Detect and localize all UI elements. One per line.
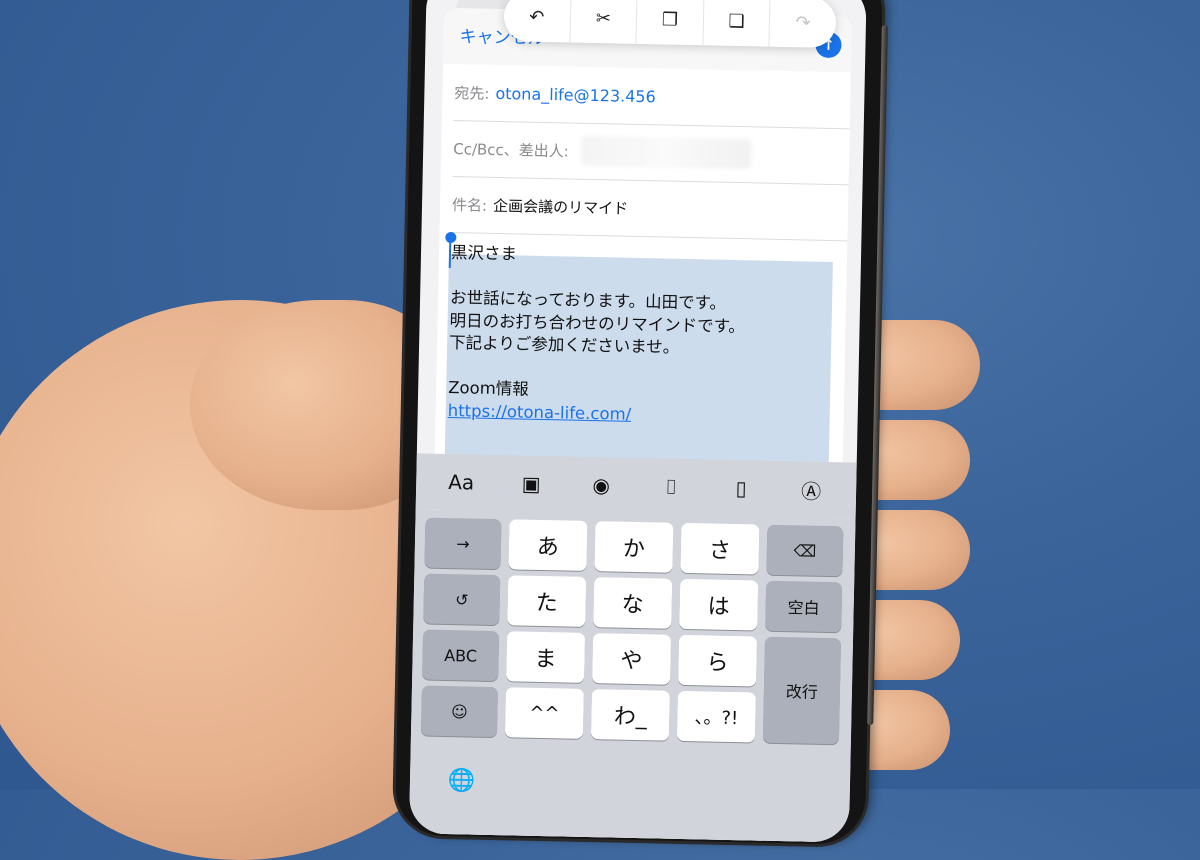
undo-icon: ↶ [529,6,545,28]
copy-icon: ❐ [661,8,679,31]
kana-key[interactable]: は [679,578,759,631]
kana-key[interactable]: や [592,633,672,685]
markup-icon: Ⓐ [800,478,822,504]
format-text-icon: Aa [448,470,475,495]
kana-key[interactable]: な [593,577,673,629]
paste-icon: ❏ [728,10,745,32]
paste-button[interactable]: ❏ [703,0,771,47]
redo-button[interactable]: ↷ [770,0,837,48]
attach-file-button[interactable]: ▯ [721,468,762,509]
cc-bcc-from-field[interactable]: Cc/Bcc、差出人: [452,120,850,186]
subject-label: 件名: [451,195,488,215]
emoji-key[interactable]: ☺ [420,685,498,738]
kana-key[interactable]: た [507,575,587,627]
scan-document-icon: ⌷ [664,474,678,499]
format-toolbar: Aa ▣ ◉ ⌷ ▯ Ⓐ [415,453,857,519]
undo-key[interactable]: ↺ [423,573,501,626]
to-label: 宛先: [454,83,490,103]
to-recipient[interactable]: otona_life@123.456 [495,83,656,105]
attach-file-icon: ▯ [735,476,747,501]
delete-icon: ⌫ [793,540,817,561]
kana-key[interactable]: わ_ [590,689,670,741]
delete-key[interactable]: ⌫ [766,524,844,577]
cut-button[interactable]: ✂ [570,0,638,44]
phone-screen: キャンセル ↑ ↶ ✂ ❐ ❏ ↷ 宛先: otona_life@123.456… [408,0,867,843]
scissors-icon: ✂ [595,7,612,29]
to-field[interactable]: 宛先: otona_life@123.456 [453,64,851,130]
body-text: 黒沢さま お世話になっております。山田です。 明日のお打ち合わせのリマインドです… [447,242,746,428]
japanese-kana-keyboard: → ↺ ABC ☺ あ か さ た な は ま や ら ^^ わ_ 、。?! ⌫… [408,509,856,843]
kana-key[interactable]: さ [680,522,760,575]
return-key[interactable]: 改行 [762,636,842,745]
kana-key[interactable]: ま [506,631,586,683]
kaomoji-key[interactable]: ^^ [504,687,584,739]
camera-button[interactable]: ◉ [581,465,622,506]
undo-button[interactable]: ↶ [503,0,572,43]
photo-library-icon: ▣ [521,471,541,496]
cc-bcc-label: Cc/Bcc、差出人: [453,139,570,160]
camera-icon: ◉ [592,473,611,498]
abc-key[interactable]: ABC [422,629,500,682]
space-key[interactable]: 空白 [765,580,843,633]
emoji-icon: ☺ [450,701,468,721]
next-candidate-key[interactable]: → [424,517,502,570]
arrow-right-icon: → [456,533,470,553]
copy-button[interactable]: ❐ [636,0,705,46]
kana-key[interactable]: ら [678,634,758,687]
blurred-sender [580,135,752,170]
format-text-button[interactable]: Aa [441,462,482,503]
edit-menu: ↶ ✂ ❐ ❏ ↷ [503,0,837,49]
markup-button[interactable]: Ⓐ [791,469,832,510]
redo-icon: ↷ [795,11,811,34]
globe-icon[interactable]: 🌐 [448,768,476,794]
punctuation-key[interactable]: 、。?! [676,690,756,743]
scan-document-button[interactable]: ⌷ [651,466,692,507]
kana-key[interactable]: か [594,521,674,573]
phone: キャンセル ↑ ↶ ✂ ❐ ❏ ↷ 宛先: otona_life@123.456… [394,0,888,845]
subject-value[interactable]: 企画会議のリマイド [493,194,628,218]
kana-key[interactable]: あ [508,519,588,571]
subject-field[interactable]: 件名: 企画会議のリマイド [451,176,849,242]
undo-icon: ↺ [454,589,469,609]
photo-library-button[interactable]: ▣ [511,463,552,504]
